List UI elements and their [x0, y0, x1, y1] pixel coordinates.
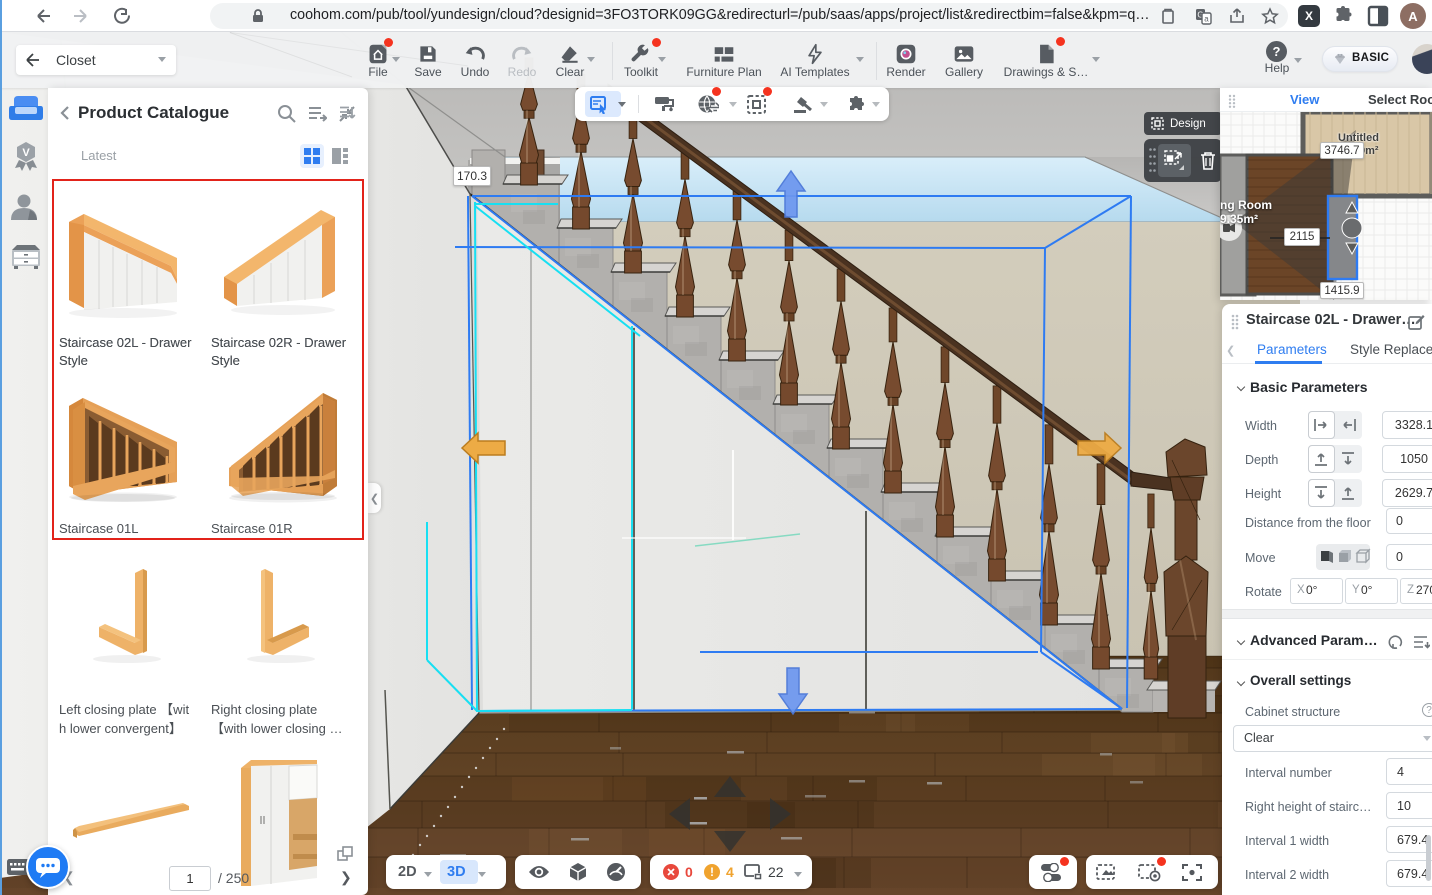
- svg-text:V: V: [22, 147, 30, 159]
- svg-text:a: a: [1204, 15, 1209, 24]
